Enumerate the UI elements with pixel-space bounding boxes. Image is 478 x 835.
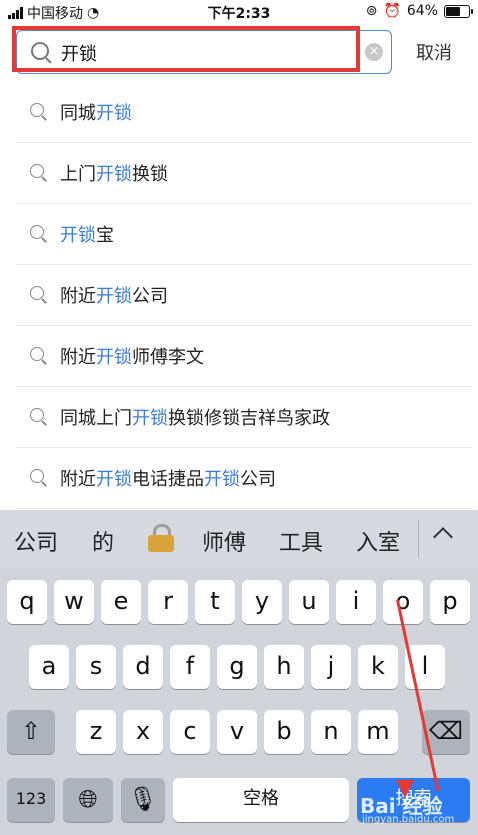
key-m[interactable]: m (358, 710, 398, 754)
suggestion-item[interactable]: 同城开锁 (16, 82, 472, 143)
search-icon (30, 103, 44, 117)
search-icon (30, 469, 44, 483)
key-q[interactable]: q (7, 580, 47, 624)
search-header: 开锁 × 取消 (0, 24, 478, 82)
shift-icon: ⇧ (20, 717, 42, 745)
annotation-highlight-frame (12, 26, 360, 72)
key-y[interactable]: y (242, 580, 282, 624)
candidate-word[interactable]: 师傅 (202, 525, 246, 557)
key-u[interactable]: u (289, 580, 329, 624)
key-b[interactable]: b (264, 710, 304, 754)
suggestion-item[interactable]: 开锁宝 (16, 204, 472, 265)
key-z[interactable]: z (76, 710, 116, 754)
key-f[interactable]: f (170, 645, 210, 689)
chevron-up-icon[interactable] (433, 527, 453, 547)
status-bar: 中国移动 ◔ 下午2:33 ⊚ ⏰ 64% (0, 0, 478, 24)
key-e[interactable]: e (101, 580, 141, 624)
space-key[interactable]: 空格 (173, 778, 349, 822)
rotation-lock-icon: ⊚ (365, 3, 378, 19)
shift-key[interactable]: ⇧ (7, 710, 55, 754)
battery-icon (444, 4, 473, 18)
key-h[interactable]: h (264, 645, 304, 689)
key-j[interactable]: j (311, 645, 351, 689)
key-k[interactable]: k (358, 645, 398, 689)
suggestion-list: 同城开锁 上门开锁换锁 开锁宝 附近开锁公司 附近开锁师傅李文 同城上门开锁换锁… (16, 82, 472, 509)
key-n[interactable]: n (311, 710, 351, 754)
backspace-icon: ⌫ (429, 717, 463, 745)
clear-icon[interactable]: × (365, 43, 383, 61)
key-i[interactable]: i (336, 580, 376, 624)
cancel-button[interactable]: 取消 (416, 39, 452, 65)
search-icon (30, 164, 44, 178)
key-p[interactable]: p (430, 580, 470, 624)
suggestion-item[interactable]: 附近开锁电话捷品开锁公司 (16, 448, 472, 509)
key-s[interactable]: s (76, 645, 116, 689)
search-icon (30, 347, 44, 361)
globe-key[interactable]: 🌐︎ (63, 778, 113, 822)
key-c[interactable]: c (170, 710, 210, 754)
lock-emoji-icon[interactable] (148, 524, 174, 552)
suggestion-item[interactable]: 同城上门开锁换锁修锁吉祥鸟家政 (16, 387, 472, 448)
key-v[interactable]: v (217, 710, 257, 754)
key-d[interactable]: d (123, 645, 163, 689)
suggestion-item[interactable]: 上门开锁换锁 (16, 143, 472, 204)
suggestion-item[interactable]: 附近开锁公司 (16, 265, 472, 326)
key-r[interactable]: r (148, 580, 188, 624)
candidate-word[interactable]: 的 (92, 525, 114, 557)
microphone-icon: 🎙︎ (127, 785, 159, 813)
candidate-word[interactable]: 公司 (14, 525, 58, 557)
key-t[interactable]: t (195, 580, 235, 624)
numbers-key[interactable]: 123 (7, 778, 55, 822)
key-w[interactable]: w (54, 580, 94, 624)
battery-percent: 64% (406, 3, 438, 19)
key-x[interactable]: x (123, 710, 163, 754)
key-g[interactable]: g (217, 645, 257, 689)
candidate-word[interactable]: 工具 (279, 525, 323, 557)
watermark-url: jingyan.baidu.com (362, 814, 455, 825)
divider (418, 520, 419, 558)
globe-icon: 🌐︎ (78, 785, 98, 813)
key-o[interactable]: o (383, 580, 423, 624)
key-a[interactable]: a (29, 645, 69, 689)
candidate-bar: 公司 的 师傅 工具 入室 (0, 510, 478, 568)
search-icon (30, 225, 44, 239)
alarm-icon: ⏰ (383, 3, 401, 19)
search-icon (30, 286, 44, 300)
search-icon (30, 408, 44, 422)
candidate-word[interactable]: 入室 (356, 525, 400, 557)
microphone-key[interactable]: 🎙︎ (121, 778, 165, 822)
suggestion-item[interactable]: 附近开锁师傅李文 (16, 326, 472, 387)
